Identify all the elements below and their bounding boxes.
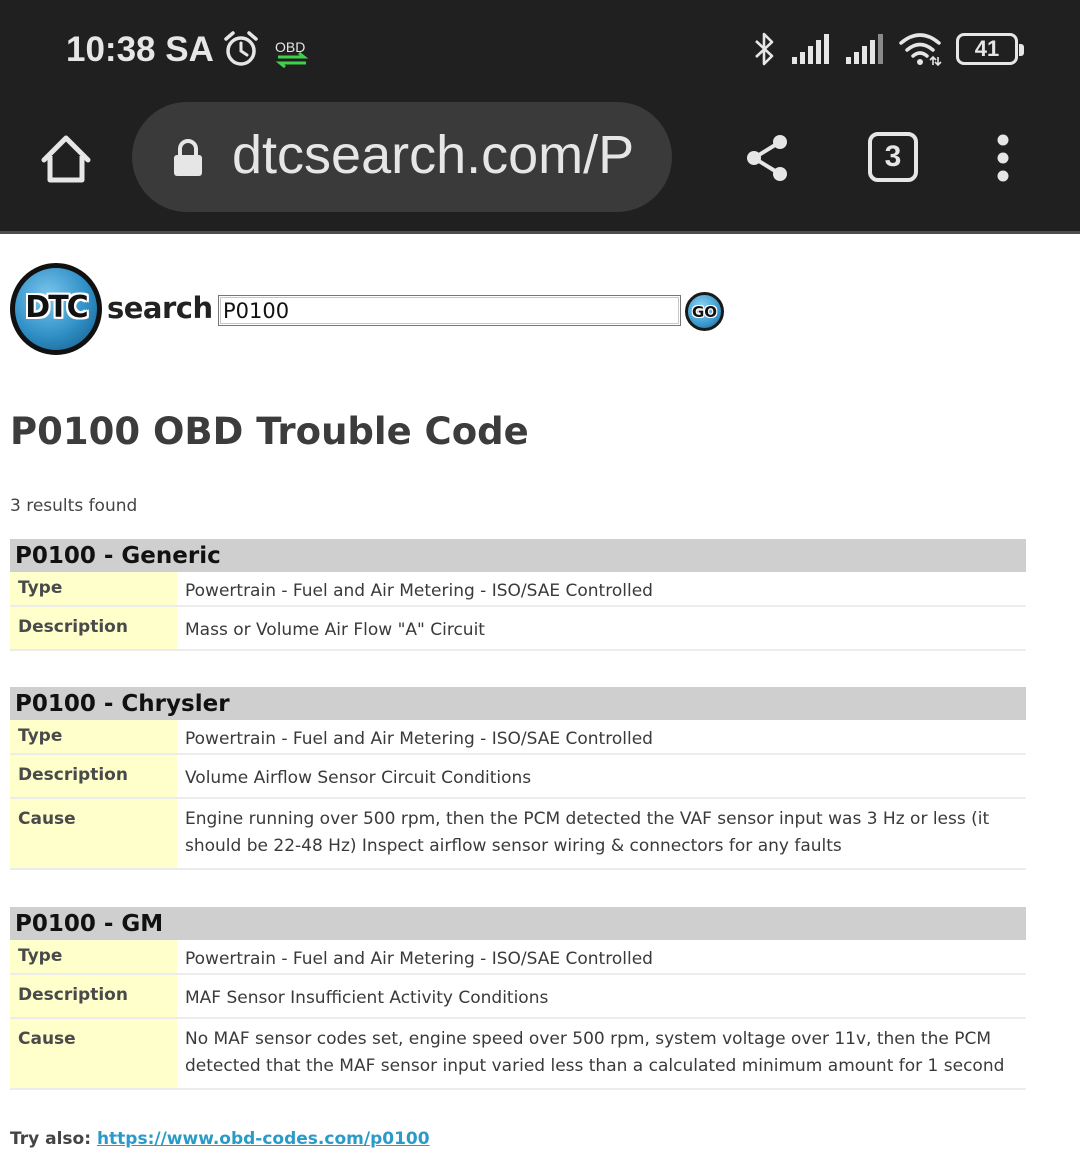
row-label: Cause [10, 1019, 177, 1088]
status-icons: 41 [752, 30, 1024, 68]
row-value: Engine running over 500 rpm, then the PC… [185, 809, 990, 856]
result-row-description: Description Mass or Volume Air Flow "A" … [10, 607, 1026, 651]
go-button[interactable]: GO [685, 292, 724, 331]
row-label: Description [10, 755, 177, 797]
result-row-cause: Cause No MAF sensor codes set, engine sp… [10, 1019, 1026, 1090]
go-label: GO [691, 302, 718, 321]
results-count: 3 results found [10, 496, 138, 516]
row-label: Cause [10, 799, 177, 868]
row-value: Mass or Volume Air Flow "A" Circuit [185, 620, 485, 640]
logo-dtc-text: DTC [25, 290, 88, 325]
result-header: P0100 - Chrysler [10, 687, 1026, 720]
row-value: No MAF sensor codes set, engine speed ov… [185, 1029, 1005, 1076]
result-row-type: Type Powertrain - Fuel and Air Metering … [10, 572, 1026, 607]
result-header: P0100 - GM [10, 907, 1026, 940]
share-icon[interactable] [744, 132, 792, 184]
wifi-icon [899, 33, 942, 67]
browser-toolbar: dtcsearch.com/P 3 [0, 100, 1080, 234]
tab-count: 3 [884, 140, 902, 173]
page-title: P0100 OBD Trouble Code [10, 410, 529, 453]
result-generic: P0100 - Generic Type Powertrain - Fuel a… [10, 539, 1026, 651]
result-row-type: Type Powertrain - Fuel and Air Metering … [10, 720, 1026, 755]
row-value: Volume Airflow Sensor Circuit Conditions [185, 768, 532, 788]
tabs-button[interactable]: 3 [868, 132, 918, 182]
status-bar: 10:38 SA OBD 41 [0, 0, 1080, 100]
result-row-cause: Cause Engine running over 500 rpm, then … [10, 799, 1026, 870]
battery-level: 41 [974, 36, 1000, 61]
more-vert-icon[interactable] [990, 134, 1016, 184]
battery-icon: 41 [956, 33, 1024, 65]
row-value: Powertrain - Fuel and Air Metering - ISO… [185, 581, 653, 601]
result-chrysler: P0100 - Chrysler Type Powertrain - Fuel … [10, 687, 1026, 870]
result-gm: P0100 - GM Type Powertrain - Fuel and Ai… [10, 907, 1026, 1090]
try-also-label: Try also: [10, 1129, 92, 1149]
row-value: Powertrain - Fuel and Air Metering - ISO… [185, 949, 653, 969]
row-value: MAF Sensor Insufficient Activity Conditi… [185, 988, 549, 1008]
alarm-icon [224, 31, 258, 66]
result-row-description: Description Volume Airflow Sensor Circui… [10, 755, 1026, 799]
dtc-search-logo[interactable]: DTC search [10, 263, 213, 357]
result-header: P0100 - Generic [10, 539, 1026, 572]
logo-search-text: search [107, 291, 213, 325]
row-label: Description [10, 975, 177, 1017]
lock-icon[interactable] [172, 138, 204, 178]
url-bar[interactable]: dtcsearch.com/P [132, 102, 672, 212]
signal-1-icon [792, 34, 829, 64]
row-label: Type [10, 940, 177, 973]
signal-2-icon [846, 34, 883, 64]
try-also: Try also: https://www.obd-codes.com/p010… [10, 1129, 430, 1149]
row-label: Type [10, 572, 177, 605]
result-row-type: Type Powertrain - Fuel and Air Metering … [10, 940, 1026, 975]
row-value: Powertrain - Fuel and Air Metering - ISO… [185, 729, 653, 749]
bluetooth-icon [755, 32, 774, 66]
obd-sync-icon: OBD [275, 39, 309, 69]
status-time: 10:38 SA [66, 30, 214, 69]
web-page: DTC search GO P0100 OBD Trouble Code 3 r… [0, 237, 1080, 1165]
home-icon[interactable] [38, 132, 94, 186]
row-label: Type [10, 720, 177, 753]
code-search-input[interactable] [218, 295, 681, 326]
obd-codes-link[interactable]: https://www.obd-codes.com/p0100 [97, 1129, 430, 1149]
url-text[interactable]: dtcsearch.com/P [232, 124, 634, 186]
result-row-description: Description MAF Sensor Insufficient Acti… [10, 975, 1026, 1019]
row-label: Description [10, 607, 177, 649]
